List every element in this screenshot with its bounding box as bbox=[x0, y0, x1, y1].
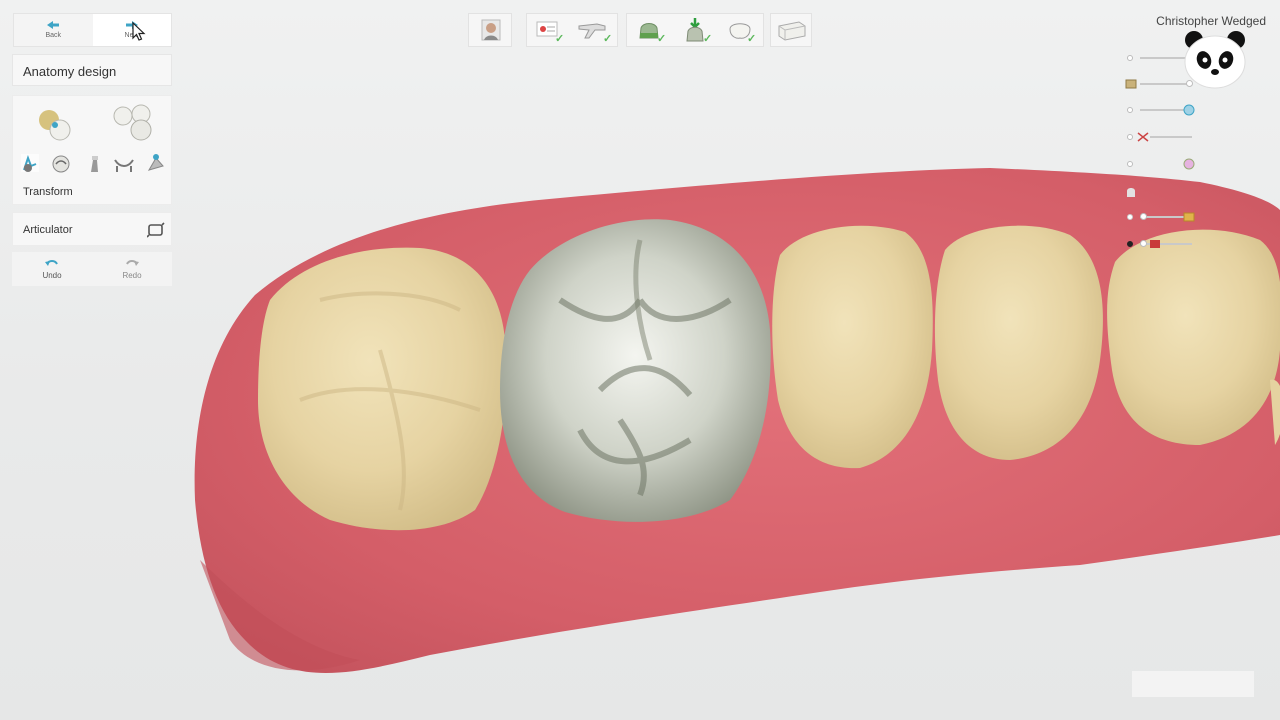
radio-dot[interactable] bbox=[1127, 55, 1133, 61]
check-icon: ✓ bbox=[747, 33, 757, 45]
back-label: Back bbox=[45, 32, 62, 39]
check-icon: ✓ bbox=[603, 33, 613, 45]
restoration-icon bbox=[1183, 104, 1195, 116]
radio-dot-selected[interactable] bbox=[1127, 241, 1133, 247]
panda-logo bbox=[1184, 31, 1246, 89]
user-name: Christopher Wedged bbox=[1156, 14, 1266, 28]
radio-dot[interactable] bbox=[1127, 107, 1133, 113]
check-icon: ✓ bbox=[657, 33, 667, 45]
workflow-step-patient[interactable] bbox=[468, 13, 512, 47]
3d-viewport[interactable] bbox=[0, 0, 1280, 720]
dental-model bbox=[194, 168, 1280, 673]
preparation-icon bbox=[1125, 79, 1137, 89]
back-button[interactable]: Back bbox=[14, 14, 93, 46]
tooth-outline-icon bbox=[1127, 188, 1135, 197]
antagonist-icon bbox=[1183, 212, 1195, 222]
status-box bbox=[1132, 671, 1254, 697]
anatomy-multiple-teeth-icon[interactable] bbox=[111, 102, 155, 142]
mouse-cursor-icon bbox=[132, 21, 146, 41]
redo-button[interactable]: Redo bbox=[92, 252, 172, 286]
articulator-button[interactable]: Articulator bbox=[12, 212, 172, 246]
smooth-icon[interactable] bbox=[50, 152, 72, 174]
design-tools: Transform bbox=[12, 95, 172, 205]
anatomy-single-tooth-icon[interactable] bbox=[33, 104, 77, 144]
section-title: Anatomy design bbox=[12, 54, 172, 86]
radio-dot[interactable] bbox=[1127, 134, 1133, 140]
back-arrow-icon bbox=[47, 21, 60, 29]
slider-knob[interactable] bbox=[1140, 240, 1147, 247]
color-wheel-icon bbox=[1183, 158, 1195, 170]
undo-button[interactable]: Undo bbox=[12, 252, 92, 286]
radio-dot[interactable] bbox=[1127, 214, 1133, 220]
undo-icon bbox=[45, 259, 58, 266]
slider-track[interactable] bbox=[1150, 136, 1192, 138]
milling-block-icon bbox=[778, 21, 806, 41]
redo-icon bbox=[126, 259, 139, 266]
bridge-icon[interactable] bbox=[113, 152, 135, 174]
scissors-icon bbox=[1137, 132, 1149, 142]
morph-icon[interactable] bbox=[19, 152, 41, 174]
add-material-icon[interactable] bbox=[83, 152, 105, 174]
radio-dot[interactable] bbox=[1127, 161, 1133, 167]
check-icon: ✓ bbox=[555, 33, 565, 45]
canine bbox=[1107, 229, 1280, 445]
slider-row[interactable] bbox=[1124, 130, 1254, 144]
patient-icon bbox=[481, 19, 501, 41]
slider-knob[interactable] bbox=[1140, 213, 1147, 220]
articulator-icon bbox=[147, 222, 165, 238]
slider-row[interactable] bbox=[1124, 237, 1254, 251]
slider-row[interactable] bbox=[1124, 103, 1254, 117]
undo-label: Undo bbox=[42, 270, 62, 280]
slider-row[interactable] bbox=[1124, 185, 1254, 199]
scraper-icon[interactable] bbox=[145, 152, 167, 174]
articulator-label: Articulator bbox=[23, 224, 73, 236]
workflow-step-prescription-scan[interactable]: ✓ ✓ bbox=[526, 13, 618, 47]
transform-label: Transform bbox=[23, 186, 73, 198]
navigation-bar: Back Next bbox=[13, 13, 172, 47]
workflow-step-design[interactable]: ✓ ✓ ✓ bbox=[626, 13, 764, 47]
redo-label: Redo bbox=[122, 270, 142, 280]
slider-row[interactable] bbox=[1124, 157, 1254, 171]
check-icon: ✓ bbox=[703, 33, 713, 45]
gingiva-icon bbox=[1150, 240, 1160, 248]
slider-row[interactable] bbox=[1124, 210, 1254, 224]
workflow-step-milling[interactable] bbox=[770, 13, 812, 47]
undo-redo-bar: Undo Redo bbox=[12, 252, 172, 286]
